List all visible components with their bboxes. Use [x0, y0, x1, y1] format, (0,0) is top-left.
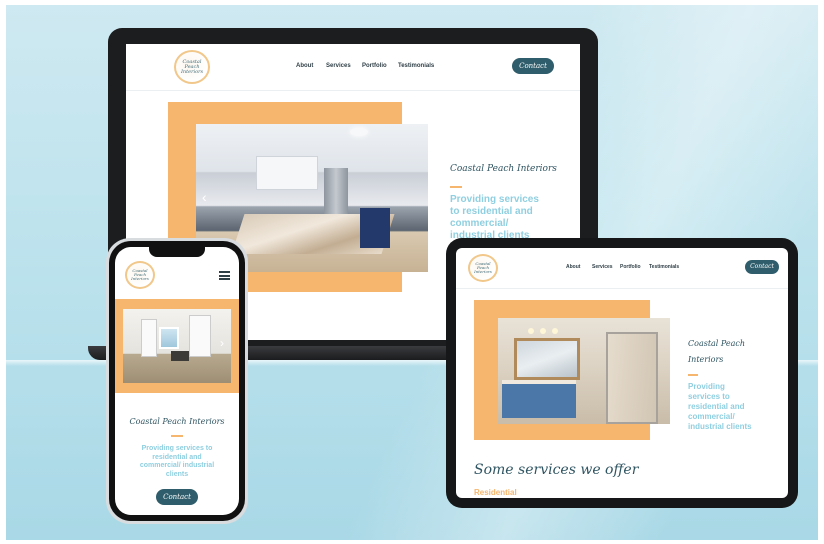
phone-screen: Coastal Peach Interiors › Coastal Peach …	[115, 247, 239, 515]
hero-brand-script: Coastal Peach Interiors	[688, 339, 746, 364]
laptop-logo[interactable]: Coastal Peach Interiors	[174, 50, 210, 84]
tablet-screen: Coastal Peach Interiors About Services P…	[456, 248, 788, 498]
hero-tagline: Providing services to residential and co…	[450, 194, 539, 241]
tablet-device: Coastal Peach Interiors About Services P…	[446, 238, 798, 508]
hero-brand-script: Coastal Peach Interiors	[450, 164, 557, 174]
hero-image-hallway[interactable]: ›	[123, 309, 231, 383]
nav-testimonials[interactable]: Testimonials	[398, 63, 434, 69]
hero-accent-dash	[171, 435, 183, 437]
contact-button[interactable]: Contact	[745, 260, 779, 274]
phone-notch	[149, 247, 205, 257]
services-heading: Some services we offer	[474, 462, 639, 478]
nav-portfolio[interactable]: Portfolio	[620, 264, 641, 270]
phone-device: Coastal Peach Interiors › Coastal Peach …	[106, 238, 248, 524]
contact-button[interactable]: Contact	[512, 58, 554, 74]
mockup-scene: Coastal Peach Interiors About Services P…	[0, 0, 824, 544]
nav-services[interactable]: Services	[326, 63, 351, 69]
hero-accent-dash	[450, 186, 462, 188]
logo-text: Coastal Peach Interiors	[474, 261, 492, 274]
header-divider	[456, 288, 788, 289]
nav-about[interactable]: About	[296, 63, 313, 69]
tablet-logo[interactable]: Coastal Peach Interiors	[468, 254, 498, 282]
hamburger-menu-icon[interactable]	[219, 271, 230, 280]
hero-tagline: Providing services to residential and co…	[139, 445, 215, 478]
hero-brand-script: Coastal Peach Interiors	[129, 417, 225, 426]
hero-tagline: Providing services to residential and co…	[688, 382, 752, 431]
phone-logo[interactable]: Coastal Peach Interiors	[125, 261, 155, 289]
logo-text: Coastal Peach Interiors	[131, 268, 149, 281]
carousel-next-icon[interactable]: ›	[220, 337, 224, 349]
services-first-item: Residential	[474, 488, 517, 497]
nav-about[interactable]: About	[566, 264, 580, 270]
hero-image-bathroom[interactable]	[498, 318, 670, 424]
logo-text: Coastal Peach Interiors	[180, 58, 204, 75]
header-divider	[126, 90, 580, 91]
nav-portfolio[interactable]: Portfolio	[362, 63, 387, 69]
hero-accent-dash	[688, 374, 698, 376]
nav-services[interactable]: Services	[592, 264, 613, 270]
contact-button[interactable]: Contact	[156, 489, 198, 505]
carousel-prev-icon[interactable]: ‹	[202, 190, 207, 204]
nav-testimonials[interactable]: Testimonials	[649, 264, 679, 270]
